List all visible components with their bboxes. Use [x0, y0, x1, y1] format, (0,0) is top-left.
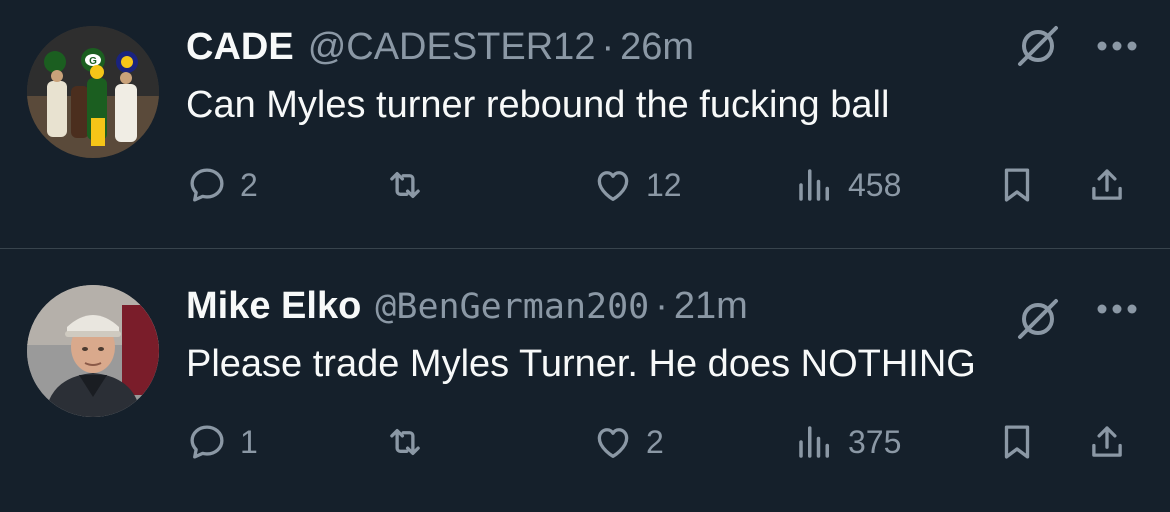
retweet-icon: [390, 428, 420, 456]
bookmark-icon: [1004, 425, 1030, 459]
display-name[interactable]: CADE: [186, 26, 294, 69]
like-count: 2: [646, 423, 664, 460]
more-options-icon[interactable]: [1096, 40, 1138, 52]
grok-icon[interactable]: [1016, 24, 1060, 68]
reply-icon: [190, 425, 224, 459]
tweet-actions: 1 2 375: [0, 417, 1170, 467]
share-button[interactable]: [1086, 417, 1128, 467]
views-chart-icon: [799, 426, 829, 458]
sports-collage-avatar-icon: G: [27, 26, 159, 158]
share-icon: [1092, 426, 1122, 457]
views-button[interactable]: 375: [794, 417, 901, 467]
more-options-icon[interactable]: [1096, 303, 1138, 315]
retweet-icon: [390, 171, 420, 199]
user-handle[interactable]: @CADESTER12: [308, 26, 596, 69]
like-count: 12: [646, 166, 682, 203]
user-handle[interactable]: @BenGerman200: [375, 287, 649, 327]
tweet-1[interactable]: G CADE @CADESTER12 · 26m Can Myles turne…: [0, 0, 1170, 248]
tweet-header: Mike Elko @BenGerman200 · 21m: [186, 285, 748, 329]
retweet-button[interactable]: [384, 160, 426, 210]
reply-button[interactable]: 2: [186, 160, 258, 210]
tweet-text: Can Myles turner rebound the fucking bal…: [186, 84, 890, 126]
like-button[interactable]: 12: [592, 160, 682, 210]
coach-photo-avatar-icon: [27, 285, 159, 417]
grok-icon[interactable]: [1016, 297, 1060, 341]
bookmark-icon: [1004, 168, 1030, 202]
heart-icon: [597, 171, 629, 202]
separator-dot: ·: [655, 285, 668, 327]
share-icon: [1092, 169, 1122, 200]
views-chart-icon: [799, 169, 829, 201]
views-button[interactable]: 458: [794, 160, 901, 210]
timestamp[interactable]: 26m: [620, 26, 694, 69]
avatar[interactable]: G: [27, 26, 159, 158]
tweet-actions: 2 12 458: [0, 160, 1170, 210]
bookmark-button[interactable]: [996, 160, 1038, 210]
avatar[interactable]: [27, 285, 159, 417]
reply-count: 2: [240, 166, 258, 203]
views-count: 458: [848, 166, 902, 203]
separator-dot: ·: [601, 26, 615, 68]
heart-icon: [597, 428, 629, 459]
reply-icon: [190, 168, 224, 202]
tweet-2[interactable]: Mike Elko @BenGerman200 · 21m Please tra…: [0, 249, 1170, 512]
reply-button[interactable]: 1: [186, 417, 258, 467]
retweet-button[interactable]: [384, 417, 426, 467]
like-button[interactable]: 2: [592, 417, 664, 467]
reply-count: 1: [240, 423, 258, 460]
bookmark-button[interactable]: [996, 417, 1038, 467]
views-count: 375: [848, 423, 902, 460]
display-name[interactable]: Mike Elko: [186, 285, 361, 328]
share-button[interactable]: [1086, 160, 1128, 210]
tweet-header: CADE @CADESTER12 · 26m: [186, 26, 694, 70]
timestamp[interactable]: 21m: [674, 285, 748, 328]
tweet-text: Please trade Myles Turner. He does NOTHI…: [186, 343, 976, 385]
